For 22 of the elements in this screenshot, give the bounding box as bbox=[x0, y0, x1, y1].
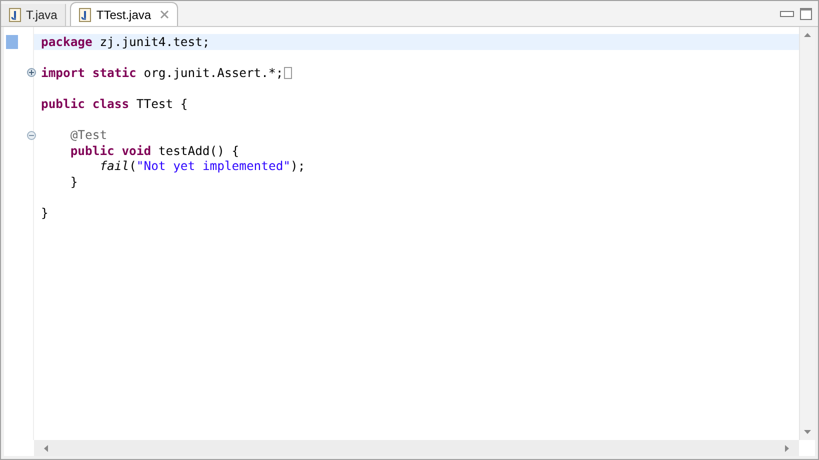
scroll-left-icon[interactable] bbox=[44, 444, 48, 452]
code-line: } bbox=[40, 206, 50, 222]
editor-tab[interactable]: T.java bbox=[1, 4, 66, 26]
code-line: import static org.junit.Assert.*; bbox=[34, 65, 799, 81]
horizontal-scrollbar[interactable] bbox=[34, 440, 799, 456]
scroll-right-icon[interactable] bbox=[785, 444, 789, 452]
code-line: } bbox=[69, 174, 79, 190]
scroll-up-icon[interactable] bbox=[804, 33, 811, 37]
code-line: public void testAdd() { bbox=[69, 143, 240, 159]
expand-icon[interactable] bbox=[27, 68, 36, 78]
maximize-icon[interactable] bbox=[800, 8, 812, 20]
code-line: fail("Not yet implemented"); bbox=[98, 158, 306, 174]
vertical-scrollbar[interactable] bbox=[799, 27, 815, 440]
scroll-down-icon[interactable] bbox=[804, 430, 811, 434]
close-icon[interactable] bbox=[160, 10, 170, 19]
code-line: @Test bbox=[69, 128, 108, 144]
java-file-icon bbox=[9, 8, 21, 22]
minimize-icon[interactable] bbox=[780, 10, 794, 16]
collapse-icon[interactable] bbox=[27, 130, 36, 140]
java-file-icon bbox=[79, 8, 92, 22]
editor-tab[interactable]: TTest.java bbox=[70, 2, 178, 26]
code-line: public class TTest { bbox=[40, 96, 189, 112]
